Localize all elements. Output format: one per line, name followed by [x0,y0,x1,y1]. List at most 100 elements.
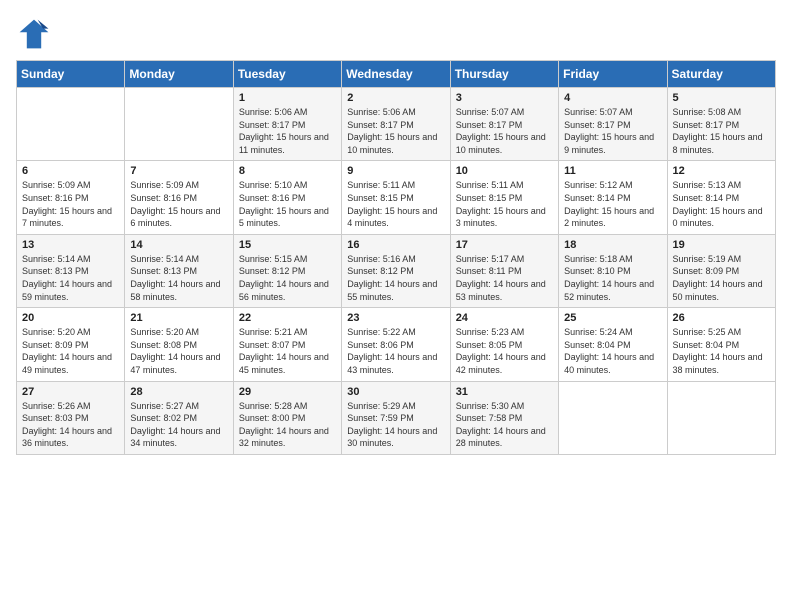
day-info: Sunrise: 5:09 AMSunset: 8:16 PMDaylight:… [22,179,119,229]
calendar-cell: 18Sunrise: 5:18 AMSunset: 8:10 PMDayligh… [559,234,667,307]
calendar-week-row: 27Sunrise: 5:26 AMSunset: 8:03 PMDayligh… [17,381,776,454]
day-info: Sunrise: 5:15 AMSunset: 8:12 PMDaylight:… [239,253,336,303]
day-info: Sunrise: 5:11 AMSunset: 8:15 PMDaylight:… [456,179,553,229]
calendar-cell: 29 Sunrise: 5:28 AMSunset: 8:00 PMDayligh… [233,381,341,454]
day-info: Sunrise: 5:16 AMSunset: 8:12 PMDaylight:… [347,253,444,303]
weekday-header-monday: Monday [125,61,233,88]
day-number: 11 [564,165,661,177]
weekday-header-thursday: Thursday [450,61,558,88]
day-info: Sunrise: 5:23 AMSunset: 8:05 PMDaylight:… [456,326,553,376]
day-number: 9 [347,165,444,177]
day-number: 1 [239,92,336,104]
day-number: 26 [673,312,770,324]
weekday-header-saturday: Saturday [667,61,775,88]
day-info: Sunrise: 5:21 AMSunset: 8:07 PMDaylight:… [239,326,336,376]
day-number: 7 [130,165,227,177]
calendar-cell: 20 Sunrise: 5:20 AMSunset: 8:09 PMDayligh… [17,308,125,381]
calendar-week-row: 13 Sunrise: 5:14 AMSunset: 8:13 PMDayligh… [17,234,776,307]
header [16,16,776,52]
day-info: Sunrise: 5:19 AMSunset: 8:09 PMDaylight:… [673,253,770,303]
calendar-cell: 10 Sunrise: 5:11 AMSunset: 8:15 PMDayligh… [450,161,558,234]
day-info: Sunrise: 5:25 AMSunset: 8:04 PMDaylight:… [673,326,770,376]
calendar-cell: 5 Sunrise: 5:08 AMSunset: 8:17 PMDaylight… [667,88,775,161]
logo-icon [16,16,52,52]
day-number: 18 [564,239,661,251]
day-number: 25 [564,312,661,324]
day-info: Sunrise: 5:14 AMSunset: 8:13 PMDaylight:… [130,253,227,303]
calendar-cell: 22 Sunrise: 5:21 AMSunset: 8:07 PMDayligh… [233,308,341,381]
day-number: 14 [130,239,227,251]
calendar-cell: 1 Sunrise: 5:06 AMSunset: 8:17 PMDaylight… [233,88,341,161]
calendar-week-row: 1 Sunrise: 5:06 AMSunset: 8:17 PMDaylight… [17,88,776,161]
day-number: 2 [347,92,444,104]
day-info: Sunrise: 5:17 AMSunset: 8:11 PMDaylight:… [456,253,553,303]
day-info: Sunrise: 5:27 AMSunset: 8:02 PMDaylight:… [130,400,227,450]
day-info: Sunrise: 5:10 AMSunset: 8:16 PMDaylight:… [239,179,336,229]
page-container: SundayMondayTuesdayWednesdayThursdayFrid… [0,0,792,465]
calendar-cell: 16 Sunrise: 5:16 AMSunset: 8:12 PMDayligh… [342,234,450,307]
calendar-cell: 7 Sunrise: 5:09 AMSunset: 8:16 PMDaylight… [125,161,233,234]
calendar-cell: 26 Sunrise: 5:25 AMSunset: 8:04 PMDayligh… [667,308,775,381]
day-info: Sunrise: 5:06 AMSunset: 8:17 PMDaylight:… [239,106,336,156]
day-info: Sunrise: 5:13 AMSunset: 8:14 PMDaylight:… [673,179,770,229]
calendar-cell: 2 Sunrise: 5:06 AMSunset: 8:17 PMDaylight… [342,88,450,161]
day-number: 5 [673,92,770,104]
calendar-cell: 11 Sunrise: 5:12 AMSunset: 8:14 PMDayligh… [559,161,667,234]
day-info: Sunrise: 5:06 AMSunset: 8:17 PMDaylight:… [347,106,444,156]
day-number: 6 [22,165,119,177]
calendar-cell: 23Sunrise: 5:22 AMSunset: 8:06 PMDayligh… [342,308,450,381]
day-number: 20 [22,312,119,324]
calendar-cell [17,88,125,161]
day-number: 8 [239,165,336,177]
calendar-cell: 6 Sunrise: 5:09 AMSunset: 8:16 PMDaylight… [17,161,125,234]
day-info: Sunrise: 5:09 AMSunset: 8:16 PMDaylight:… [130,179,227,229]
calendar-cell: 17 Sunrise: 5:17 AMSunset: 8:11 PMDayligh… [450,234,558,307]
day-number: 16 [347,239,444,251]
calendar-cell: 4 Sunrise: 5:07 AMSunset: 8:17 PMDaylight… [559,88,667,161]
calendar-cell: 28 Sunrise: 5:27 AMSunset: 8:02 PMDayligh… [125,381,233,454]
calendar-week-row: 6 Sunrise: 5:09 AMSunset: 8:16 PMDaylight… [17,161,776,234]
weekday-header-tuesday: Tuesday [233,61,341,88]
calendar-cell: 15 Sunrise: 5:15 AMSunset: 8:12 PMDayligh… [233,234,341,307]
day-info: Sunrise: 5:29 AMSunset: 7:59 PMDaylight:… [347,400,444,450]
calendar-cell: 8 Sunrise: 5:10 AMSunset: 8:16 PMDaylight… [233,161,341,234]
day-number: 29 [239,386,336,398]
calendar-cell: 24 Sunrise: 5:23 AMSunset: 8:05 PMDayligh… [450,308,558,381]
calendar-cell: 12Sunrise: 5:13 AMSunset: 8:14 PMDayligh… [667,161,775,234]
calendar-cell: 13 Sunrise: 5:14 AMSunset: 8:13 PMDayligh… [17,234,125,307]
calendar-cell: 27Sunrise: 5:26 AMSunset: 8:03 PMDayligh… [17,381,125,454]
day-info: Sunrise: 5:07 AMSunset: 8:17 PMDaylight:… [564,106,661,156]
day-number: 23 [347,312,444,324]
day-number: 17 [456,239,553,251]
day-info: Sunrise: 5:28 AMSunset: 8:00 PMDaylight:… [239,400,336,450]
day-info: Sunrise: 5:11 AMSunset: 8:15 PMDaylight:… [347,179,444,229]
day-info: Sunrise: 5:07 AMSunset: 8:17 PMDaylight:… [456,106,553,156]
day-info: Sunrise: 5:08 AMSunset: 8:17 PMDaylight:… [673,106,770,156]
day-info: Sunrise: 5:14 AMSunset: 8:13 PMDaylight:… [22,253,119,303]
day-number: 24 [456,312,553,324]
day-number: 15 [239,239,336,251]
calendar-cell: 30 Sunrise: 5:29 AMSunset: 7:59 PMDayligh… [342,381,450,454]
day-info: Sunrise: 5:24 AMSunset: 8:04 PMDaylight:… [564,326,661,376]
day-number: 22 [239,312,336,324]
weekday-header-row: SundayMondayTuesdayWednesdayThursdayFrid… [17,61,776,88]
weekday-header-friday: Friday [559,61,667,88]
day-number: 21 [130,312,227,324]
day-number: 28 [130,386,227,398]
day-number: 10 [456,165,553,177]
calendar-table: SundayMondayTuesdayWednesdayThursdayFrid… [16,60,776,455]
day-number: 3 [456,92,553,104]
calendar-cell: 19Sunrise: 5:19 AMSunset: 8:09 PMDayligh… [667,234,775,307]
day-number: 13 [22,239,119,251]
day-number: 27 [22,386,119,398]
calendar-week-row: 20 Sunrise: 5:20 AMSunset: 8:09 PMDayligh… [17,308,776,381]
day-number: 30 [347,386,444,398]
day-info: Sunrise: 5:20 AMSunset: 8:09 PMDaylight:… [22,326,119,376]
day-info: Sunrise: 5:12 AMSunset: 8:14 PMDaylight:… [564,179,661,229]
day-number: 4 [564,92,661,104]
logo [16,16,56,52]
day-info: Sunrise: 5:30 AMSunset: 7:58 PMDaylight:… [456,400,553,450]
calendar-cell [667,381,775,454]
calendar-cell: 14 Sunrise: 5:14 AMSunset: 8:13 PMDayligh… [125,234,233,307]
calendar-cell: 31Sunrise: 5:30 AMSunset: 7:58 PMDayligh… [450,381,558,454]
